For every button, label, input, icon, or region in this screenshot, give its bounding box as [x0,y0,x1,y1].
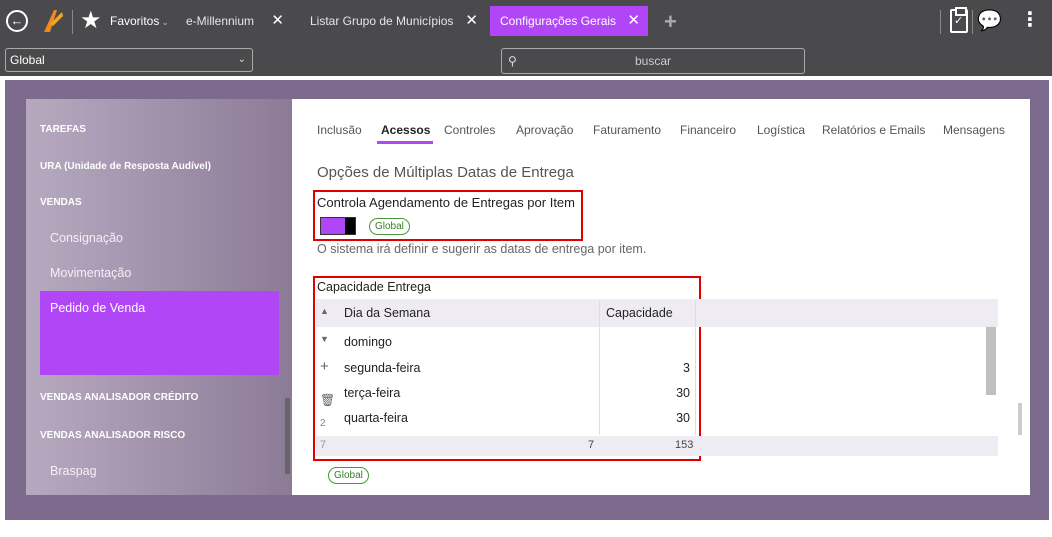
add-tab-icon[interactable]: + [664,10,677,34]
table-row-day[interactable]: terça-feira [344,386,400,400]
star-icon[interactable]: ★ [80,7,102,35]
top-bar: ← ★ Favoritos ⌄ e-Millennium ✕ Listar Gru… [0,0,1052,44]
tab-label: Listar Grupo de Municípios [310,14,454,28]
scope-select-value: Global [10,53,45,67]
toolbar: Global ⌄ ⚲ buscar [0,44,1052,76]
column-header-day[interactable]: Dia da Semana [344,306,430,320]
sort-down-icon[interactable]: ▼ [320,334,329,344]
sidebar-scrollbar[interactable] [285,398,290,474]
table-row-capacity[interactable]: 3 [650,361,690,375]
tab-aprovacao[interactable]: Aprovação [516,123,573,137]
close-icon[interactable]: ✕ [627,6,640,36]
sidebar-item-vendas-analisador-risco[interactable]: VENDAS ANALISADOR RISCO [40,430,185,441]
favorites-label: Favoritos [110,14,160,28]
tab-relatorios-e-emails[interactable]: Relatórios e Emails [822,123,925,137]
tab-inclusao[interactable]: Inclusão [317,123,362,137]
column-divider [599,301,600,435]
close-icon[interactable]: ✕ [465,6,478,36]
toggle-knob [345,218,355,234]
tab-financeiro[interactable]: Financeiro [680,123,736,137]
more-vertical-icon[interactable]: ⋮ [1020,8,1040,32]
sidebar-item-vendas[interactable]: VENDAS [40,197,82,208]
tab-e-millennium[interactable]: e-Millennium ✕ [176,6,292,36]
table-row-day[interactable]: domingo [344,335,392,349]
tab-label: e-Millennium [186,14,255,28]
table-row-capacity[interactable]: 30 [650,411,690,425]
close-icon[interactable]: ✕ [271,6,284,36]
table-row-day[interactable]: quarta-feira [344,411,408,425]
app-logo-icon[interactable] [42,8,64,34]
schedule-toggle[interactable] [320,217,356,235]
hint-text: O sistema irá definir e sugerir as datas… [317,242,647,256]
scope-select[interactable]: Global ⌄ [5,48,253,72]
active-tab-indicator [377,141,433,144]
row-number: 2 [320,418,326,429]
back-icon[interactable]: ← [6,10,28,32]
sidebar-item-vendas-analisador-credito[interactable]: VENDAS ANALISADOR CRÉDITO [40,392,198,403]
sidebar-item-ura[interactable]: URA (Unidade de Resposta Audível) [40,161,211,172]
chevron-down-icon: ⌄ [237,54,246,65]
clipboard-icon[interactable] [950,7,968,33]
search-placeholder: buscar [634,54,672,68]
grid-footer: 7 7 153 [316,436,998,456]
sidebar-item-braspag[interactable]: Braspag [50,464,97,478]
scope-badge: Global [328,467,369,484]
tab-configuracoes-gerais[interactable]: Configurações Gerais ✕ [490,6,648,36]
add-row-icon[interactable]: + [320,358,329,375]
search-icon: ⚲ [508,54,517,68]
sidebar-item-pedido-de-venda[interactable]: Pedido de Venda [40,291,279,375]
tab-acessos[interactable]: Acessos [381,123,430,137]
footer-count-left: 7 [320,439,327,451]
sidebar-item-movimentacao[interactable]: Movimentação [50,266,131,280]
chat-icon[interactable]: 💬 [977,10,1002,32]
control-label: Controla Agendamento de Entregas por Ite… [317,195,575,210]
sidebar-item-label: Pedido de Venda [50,301,146,315]
trash-icon[interactable]: 🗑 [320,393,335,407]
tab-controles[interactable]: Controles [444,123,495,137]
sort-up-icon[interactable]: ▲ [320,306,329,316]
favorites-menu[interactable]: Favoritos ⌄ [110,14,169,28]
divider [72,10,73,34]
capacity-title: Capacidade Entrega [317,280,431,294]
section-title: Opções de Múltiplas Datas de Entrega [317,164,574,181]
tab-listar-grupo[interactable]: Listar Grupo de Municípios ✕ [300,6,486,36]
search-input[interactable]: ⚲ buscar [501,48,805,74]
tab-faturamento[interactable]: Faturamento [593,123,661,137]
table-row-day[interactable]: segunda-feira [344,361,420,375]
table-row-capacity[interactable]: 30 [650,386,690,400]
footer-total: 153 [675,439,694,451]
scope-badge: Global [369,218,410,235]
footer-count: 7 [588,439,595,451]
tab-mensagens[interactable]: Mensagens [943,123,1005,137]
sidebar-item-consignacao[interactable]: Consignação [50,231,123,245]
column-divider [695,301,696,435]
panel-scrollbar[interactable] [1018,403,1022,435]
divider [972,10,973,34]
divider [940,10,941,34]
tab-label: Configurações Gerais [500,14,617,28]
grid-scrollbar[interactable] [986,327,996,395]
tab-logistica[interactable]: Logística [757,123,805,137]
chevron-down-icon: ⌄ [161,17,169,27]
column-header-capacity[interactable]: Capacidade [606,306,673,320]
sidebar-item-tarefas[interactable]: TAREFAS [40,124,86,135]
